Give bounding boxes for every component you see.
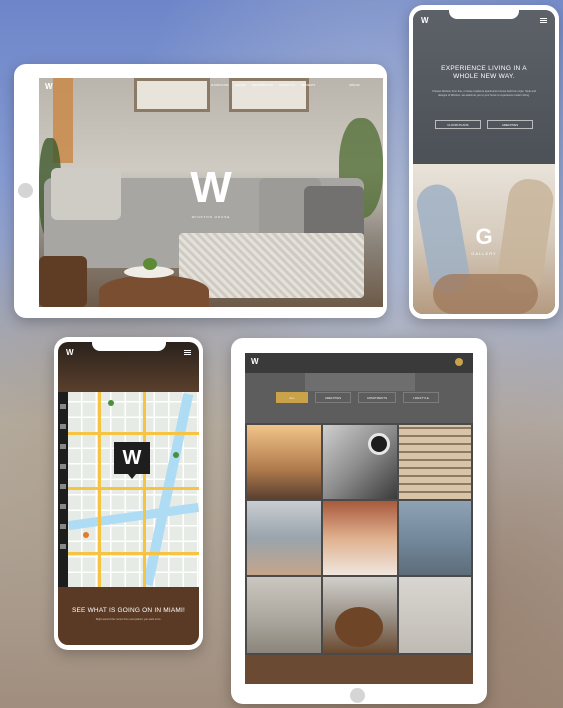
map-marker-park[interactable] xyxy=(108,400,114,406)
tab-all[interactable]: ALL xyxy=(276,392,308,403)
nav-item-neighborhood[interactable]: NEIGHBORHOOD xyxy=(252,84,273,87)
map-river xyxy=(68,502,199,531)
gallery-image-blanket[interactable] xyxy=(399,501,471,575)
tablet-portrait-screen: W ALL AMENITIES APARTMENTS LIFESTYLE xyxy=(245,353,473,684)
home-button[interactable] xyxy=(350,688,365,703)
footer xyxy=(245,655,473,684)
hero-section: W EXPERIENCE LIVING IN A WHOLE NEW WAY. … xyxy=(413,10,555,164)
neighborhood-title: SEE WHAT IS GOING ON IN MIAMI! xyxy=(71,607,186,614)
phone-top-screen: W EXPERIENCE LIVING IN A WHOLE NEW WAY. … xyxy=(413,10,555,314)
banner-image xyxy=(305,373,415,391)
filter-icon[interactable] xyxy=(60,544,66,549)
hamburger-icon[interactable] xyxy=(184,350,191,355)
coffee-table xyxy=(99,275,209,307)
map-marker-park[interactable] xyxy=(173,452,179,458)
filter-icon[interactable] xyxy=(60,504,66,509)
map-marker[interactable] xyxy=(83,532,89,538)
neighborhood-subtitle: Right around the corner from everywhere … xyxy=(95,618,162,621)
site-logo[interactable]: W xyxy=(251,357,259,366)
gallery-image-friends[interactable] xyxy=(247,425,321,499)
filter-icon[interactable] xyxy=(60,444,66,449)
map-road xyxy=(68,552,199,555)
phone-number[interactable]: (305) 000 xyxy=(349,84,360,87)
filter-icon[interactable] xyxy=(60,524,66,529)
tab-lifestyle[interactable]: LIFESTYLE xyxy=(403,392,439,403)
people-lying xyxy=(433,274,538,314)
menu-button[interactable] xyxy=(455,358,463,366)
nav-item-gallery[interactable]: GALLERY xyxy=(235,84,247,87)
hero-body: Choose Winston from fine, or these resid… xyxy=(432,90,536,97)
filter-icon[interactable] xyxy=(60,464,66,469)
coffee-cup xyxy=(368,433,390,455)
site-logo[interactable]: W xyxy=(421,16,429,25)
property-map-pin[interactable]: W xyxy=(114,442,150,479)
notch xyxy=(449,10,519,19)
filter-icon[interactable] xyxy=(60,404,66,409)
map-road xyxy=(68,487,199,490)
notch xyxy=(91,342,166,351)
tablet-landscape-screen: W FLOOR PLANS GALLERY NEIGHBORHOOD CONTA… xyxy=(39,78,383,307)
site-logo[interactable]: W xyxy=(45,82,53,91)
gallery-image-lounging[interactable] xyxy=(247,501,321,575)
nav-item-floor-plans[interactable]: FLOOR PLANS xyxy=(211,84,229,87)
gallery-label[interactable]: GALLERY xyxy=(413,251,555,256)
floor-plans-button[interactable]: FLOOR PLANS xyxy=(435,120,481,129)
hero-logo: W xyxy=(190,163,232,212)
neighborhood-section: SEE WHAT IS GOING ON IN MIAMI! Right aro… xyxy=(58,587,199,645)
gallery-image-couple[interactable] xyxy=(323,501,397,575)
hero-headline: EXPERIENCE LIVING IN A WHOLE NEW WAY. xyxy=(441,65,527,80)
home-button[interactable] xyxy=(18,183,33,198)
phone-top: W EXPERIENCE LIVING IN A WHOLE NEW WAY. … xyxy=(409,5,559,319)
map-road xyxy=(143,392,146,587)
tablet-portrait: W ALL AMENITIES APARTMENTS LIFESTYLE xyxy=(231,338,487,704)
map-pin-logo: W xyxy=(122,447,142,469)
map[interactable]: W xyxy=(68,392,199,587)
map-filter-sidebar xyxy=(58,392,68,587)
small-plant xyxy=(143,258,157,270)
gallery-image-interior[interactable] xyxy=(399,577,471,653)
map-road xyxy=(68,432,199,435)
phone-map-screen: W W SEE WHAT IS GOING ON IN MIAMI! Right… xyxy=(58,342,199,645)
tab-amenities[interactable]: AMENITIES xyxy=(315,392,351,403)
gallery-section: G GALLERY xyxy=(413,164,555,314)
site-logo[interactable]: W xyxy=(66,348,74,357)
tablet-landscape: W FLOOR PLANS GALLERY NEIGHBORHOOD CONTA… xyxy=(14,64,387,318)
gallery-image-table[interactable] xyxy=(323,577,397,653)
round-table xyxy=(335,607,383,647)
tab-apartments[interactable]: APARTMENTS xyxy=(358,392,396,403)
amenities-button[interactable]: AMENITIES xyxy=(487,120,533,129)
filter-icon[interactable] xyxy=(60,424,66,429)
map-road xyxy=(98,392,101,587)
wall-art-left xyxy=(134,78,210,112)
phone-map: W W SEE WHAT IS GOING ON IN MIAMI! Right… xyxy=(54,337,203,650)
nav-item-contact[interactable]: CONTACT US xyxy=(279,84,295,87)
header-bar: W xyxy=(245,353,473,373)
nav-item-residents[interactable]: RESIDENTS xyxy=(301,84,315,87)
side-table xyxy=(39,256,87,307)
gallery-letter: G xyxy=(475,224,493,249)
gallery-image-building[interactable] xyxy=(399,425,471,499)
top-nav: FLOOR PLANS GALLERY NEIGHBORHOOD CONTACT… xyxy=(211,84,315,87)
gallery-image-livingroom[interactable] xyxy=(247,577,321,653)
gallery-image-coffee[interactable] xyxy=(323,425,397,499)
hero-subtitle: WINSTON HOUSE xyxy=(191,215,231,219)
filter-icon[interactable] xyxy=(60,484,66,489)
hamburger-icon[interactable] xyxy=(540,18,547,23)
pin-tail xyxy=(128,474,136,479)
